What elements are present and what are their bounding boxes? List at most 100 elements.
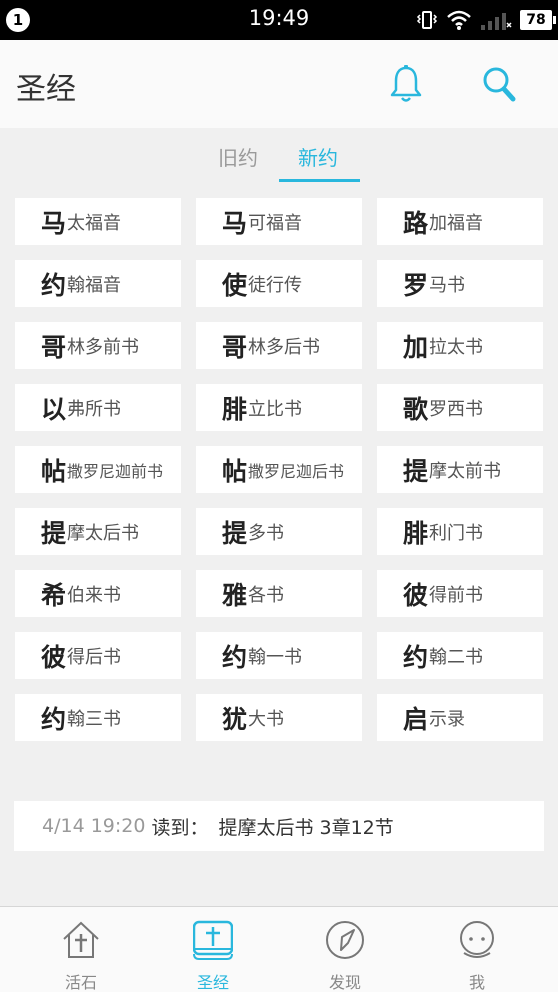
book-button[interactable]: 提摩太后书 — [15, 508, 181, 555]
book-button[interactable]: 以弗所书 — [15, 384, 181, 431]
signal-icon — [481, 13, 512, 30]
last-read-label: 读到： — [151, 816, 209, 839]
book-button[interactable]: 提多书 — [196, 508, 362, 555]
book-initial: 帖 — [222, 456, 248, 486]
book-name-rest: 罗西书 — [429, 398, 484, 420]
book-name-rest: 各书 — [248, 584, 285, 606]
book-initial: 马 — [222, 208, 248, 238]
book-button[interactable]: 使徒行传 — [196, 260, 362, 307]
book-initial: 歌 — [403, 394, 429, 424]
book-initial: 哥 — [222, 332, 248, 362]
book-button[interactable]: 彼得前书 — [377, 570, 543, 617]
compass-icon — [326, 921, 364, 959]
app-header: 圣经 — [0, 40, 558, 128]
bell-icon[interactable] — [388, 64, 424, 104]
book-button[interactable]: 约翰一书 — [196, 632, 362, 679]
nav-item-discover[interactable]: 发现 — [295, 907, 395, 992]
book-name-rest: 太福音 — [67, 212, 122, 234]
book-button[interactable]: 希伯来书 — [15, 570, 181, 617]
book-name-rest: 翰福音 — [67, 274, 122, 296]
book-name-rest: 可福音 — [248, 212, 303, 234]
book-button[interactable]: 约翰福音 — [15, 260, 181, 307]
bible-book-icon — [193, 920, 233, 960]
book-initial: 雅 — [222, 580, 248, 610]
search-icon[interactable] — [482, 66, 516, 102]
book-button[interactable]: 约翰三书 — [15, 694, 181, 741]
nav-label-huoshi: 活石 — [64, 973, 97, 992]
book-name-rest: 拉太书 — [429, 336, 484, 358]
book-name-rest: 伯来书 — [67, 584, 122, 606]
tab-new-testament[interactable]: 新约 — [298, 142, 338, 171]
status-icons: 78 — [416, 8, 556, 32]
book-button[interactable]: 哥林多前书 — [15, 322, 181, 369]
book-initial: 以 — [41, 394, 67, 424]
book-button[interactable]: 帖撒罗尼迦前书 — [15, 446, 181, 493]
last-read-bar[interactable]: 4/14 19:20 读到： 提摩太后书 3章12节 — [14, 801, 544, 851]
book-initial: 加 — [403, 332, 429, 362]
bottom-nav: 活石 圣经 发现 我 — [0, 906, 558, 992]
book-button[interactable]: 马可福音 — [196, 198, 362, 245]
book-name-rest: 林多后书 — [248, 336, 321, 358]
book-button[interactable]: 路加福音 — [377, 198, 543, 245]
book-button[interactable]: 歌罗西书 — [377, 384, 543, 431]
battery-icon: 78 — [520, 10, 556, 30]
book-button[interactable]: 马太福音 — [15, 198, 181, 245]
book-name-rest: 得前书 — [429, 584, 484, 606]
book-button[interactable]: 腓利门书 — [377, 508, 543, 555]
book-initial: 腓 — [222, 394, 248, 424]
book-button[interactable]: 帖撒罗尼迦后书 — [196, 446, 362, 493]
book-button[interactable]: 启示录 — [377, 694, 543, 741]
book-initial: 提 — [41, 518, 67, 548]
book-initial: 哥 — [41, 332, 67, 362]
book-button[interactable]: 约翰二书 — [377, 632, 543, 679]
book-button[interactable]: 哥林多后书 — [196, 322, 362, 369]
book-button[interactable]: 腓立比书 — [196, 384, 362, 431]
vibrate-icon — [416, 11, 438, 29]
book-name-rest: 林多前书 — [67, 336, 140, 358]
nav-item-me[interactable]: 我 — [427, 907, 527, 992]
book-name-rest: 翰二书 — [429, 646, 484, 668]
nav-label-bible: 圣经 — [196, 973, 229, 992]
book-name-rest: 立比书 — [248, 398, 303, 420]
book-initial: 腓 — [403, 518, 429, 548]
tab-old-testament[interactable]: 旧约 — [218, 142, 258, 171]
book-button[interactable]: 彼得后书 — [15, 632, 181, 679]
book-initial: 使 — [222, 270, 248, 300]
book-initial: 罗 — [403, 270, 429, 300]
book-initial: 约 — [41, 704, 67, 734]
book-initial: 希 — [41, 580, 67, 610]
book-name-rest: 马书 — [429, 274, 466, 296]
book-initial: 启 — [403, 704, 429, 734]
house-cross-icon — [63, 921, 99, 958]
book-name-rest: 徒行传 — [248, 274, 303, 296]
book-initial: 路 — [403, 208, 429, 238]
book-name-rest: 翰三书 — [67, 708, 122, 730]
book-name-rest: 摩太后书 — [67, 522, 140, 544]
book-name-rest: 翰一书 — [248, 646, 303, 668]
book-button[interactable]: 雅各书 — [196, 570, 362, 617]
book-initial: 提 — [403, 456, 429, 486]
last-read-book: 提摩太后书 — [218, 816, 314, 839]
book-initial: 约 — [403, 642, 429, 672]
book-initial: 彼 — [41, 642, 67, 672]
book-grid: 马太福音马可福音路加福音约翰福音使徒行传罗马书哥林多前书哥林多后书加拉太书以弗所… — [15, 198, 543, 741]
nav-item-huoshi[interactable]: 活石 — [31, 907, 131, 992]
book-button[interactable]: 罗马书 — [377, 260, 543, 307]
last-read-time: 4/14 19:20 — [42, 815, 146, 837]
book-initial: 彼 — [403, 580, 429, 610]
book-initial: 帖 — [41, 456, 67, 486]
book-name-rest: 多书 — [248, 522, 285, 544]
book-initial: 约 — [41, 270, 67, 300]
book-button[interactable]: 犹大书 — [196, 694, 362, 741]
book-name-rest: 加福音 — [429, 212, 484, 234]
book-initial: 犹 — [222, 704, 248, 734]
user-face-icon — [460, 921, 494, 958]
book-name-rest: 撒罗尼迦后书 — [248, 461, 345, 481]
nav-item-bible[interactable]: 圣经 — [163, 907, 263, 992]
book-button[interactable]: 加拉太书 — [377, 322, 543, 369]
nav-label-me: 我 — [468, 973, 485, 992]
testament-tabs: 旧约 新约 — [0, 128, 558, 184]
book-button[interactable]: 提摩太前书 — [377, 446, 543, 493]
wifi-icon — [447, 10, 471, 30]
book-initial: 约 — [222, 642, 248, 672]
